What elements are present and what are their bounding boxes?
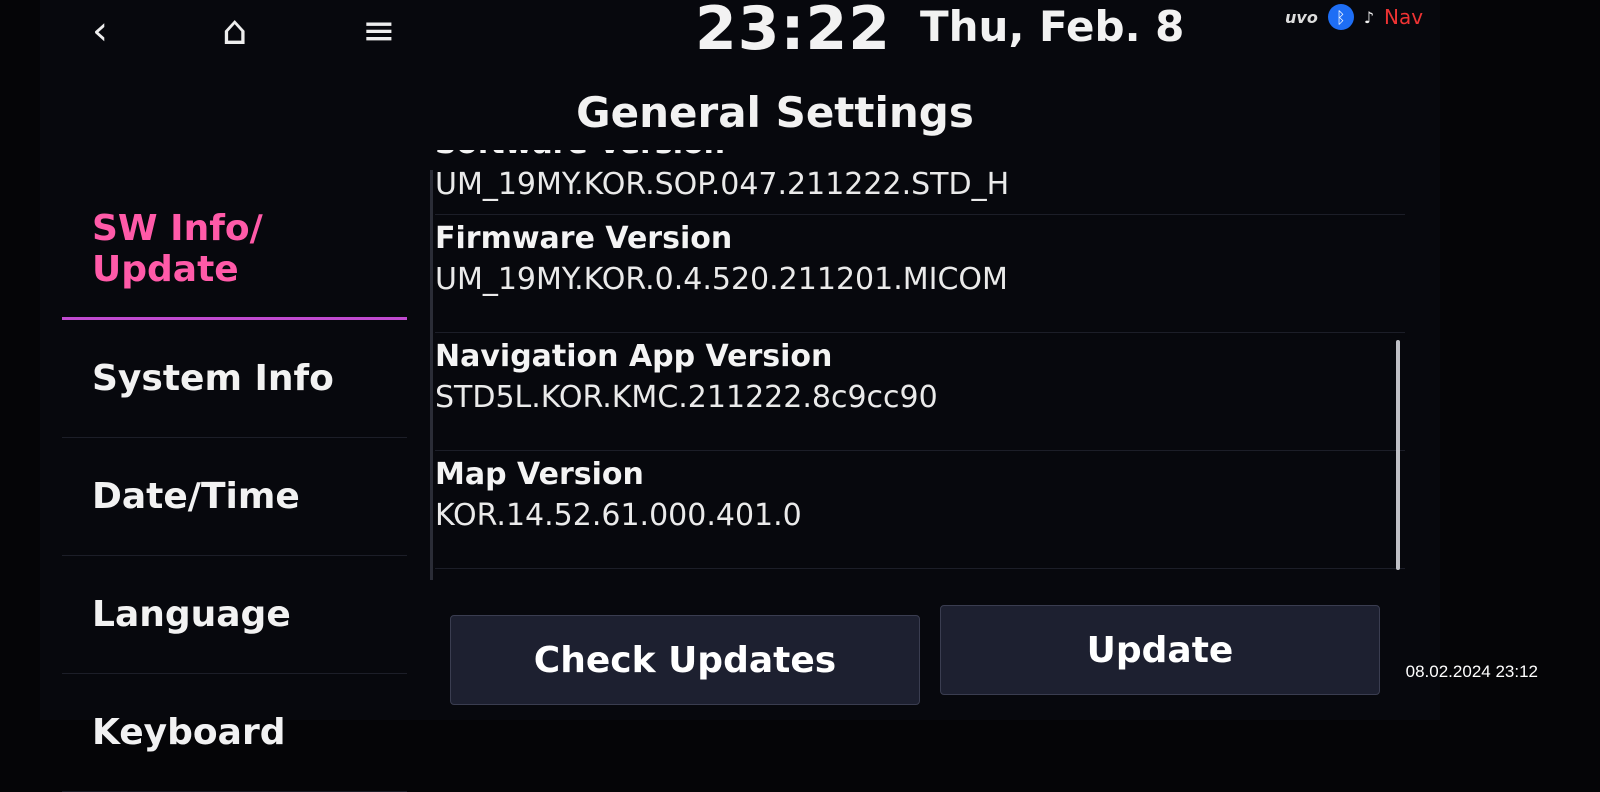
- nav-off-icon: Nav: [1384, 5, 1424, 29]
- info-value: STD5L.KOR.KMC.211222.8c9cc90: [435, 380, 938, 415]
- sidebar: SW Info/ Update System Info Date/Time La…: [62, 170, 407, 792]
- sidebar-item-date-time[interactable]: Date/Time: [62, 438, 407, 556]
- clock: 23:22: [695, 0, 891, 64]
- divider: [430, 170, 433, 580]
- info-label: Firmware Version: [435, 221, 733, 256]
- info-value: UM_19MY.KOR.SOP.047.211222.STD_H: [435, 167, 1010, 202]
- bluetooth-icon: ᛒ: [1327, 4, 1354, 30]
- photo-timestamp: 08.02.2024 23:12: [1405, 662, 1538, 681]
- uvo-signal-icon: uvo: [1285, 7, 1318, 27]
- home-icon[interactable]: ⌂: [222, 8, 247, 54]
- infotainment-screen: ‹ ⌂ ≡ 23:22 Thu, Feb. 8 uvo ᛒ ♪ Nav Gene…: [40, 0, 1440, 792]
- sidebar-item-system-info[interactable]: System Info: [62, 320, 407, 438]
- check-updates-button[interactable]: Check Updates: [450, 615, 920, 705]
- info-value: KOR.14.52.61.000.401.0: [435, 498, 802, 533]
- info-label: Map Version: [435, 457, 644, 492]
- info-label: Navigation App Version: [435, 339, 833, 374]
- list-item: Firmware Version UM_19MY.KOR.0.4.520.2112…: [435, 215, 1405, 333]
- list-item: Navigation App Version STD5L.KOR.KMC.2112…: [435, 333, 1405, 451]
- version-list[interactable]: Software Version UM_19MY.KOR.SOP.047.2112…: [435, 150, 1405, 600]
- sidebar-item-sw-info-update[interactable]: SW Info/ Update: [62, 170, 407, 320]
- menu-icon[interactable]: ≡: [362, 8, 396, 54]
- back-icon[interactable]: ‹: [92, 8, 108, 54]
- sidebar-item-language[interactable]: Language: [62, 556, 407, 674]
- status-icons: uvo ᛒ ♪ Nav: [1285, 4, 1423, 30]
- scrollbar[interactable]: [1396, 340, 1400, 570]
- info-value: UM_19MY.KOR.0.4.520.211201.MICOM: [435, 262, 1008, 297]
- sidebar-item-keyboard[interactable]: Keyboard: [62, 674, 407, 792]
- list-item: Map Version KOR.14.52.61.000.401.0: [435, 451, 1405, 569]
- info-label: Software Version: [435, 150, 1405, 161]
- music-icon: ♪: [1363, 7, 1375, 27]
- page-title: General Settings: [576, 88, 974, 137]
- top-bar: ‹ ⌂ ≡ 23:22 Thu, Feb. 8 uvo ᛒ ♪ Nav: [40, 0, 1440, 64]
- list-item: Software Version UM_19MY.KOR.SOP.047.2112…: [435, 150, 1405, 215]
- date: Thu, Feb. 8: [920, 2, 1185, 51]
- update-button[interactable]: Update: [940, 605, 1380, 695]
